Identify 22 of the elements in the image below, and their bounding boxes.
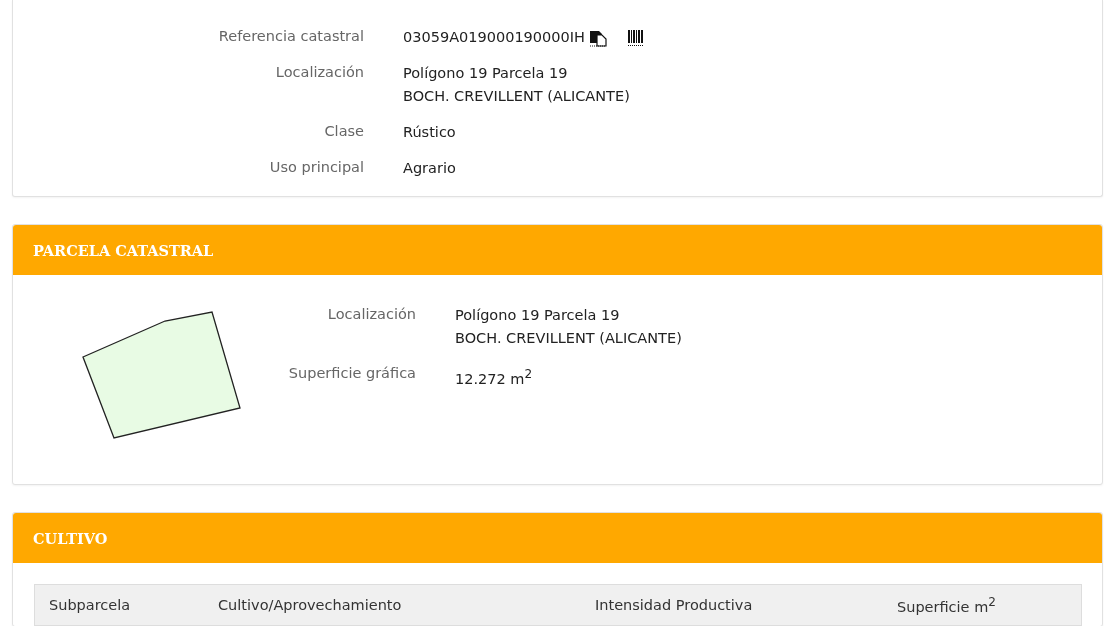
field-value: Agrario xyxy=(403,159,456,178)
field-label: Uso principal xyxy=(268,159,364,175)
field-label: Clase xyxy=(323,123,364,139)
section-header: PARCELA CATASTRAL xyxy=(13,225,1102,275)
field-label: Localización xyxy=(274,64,364,80)
column-header: Intensidad Productiva xyxy=(594,597,754,613)
column-header: Cultivo/Aprovechamiento xyxy=(217,597,403,613)
field-label: Referencia catastral xyxy=(217,28,364,44)
section-header: CULTIVO xyxy=(13,513,1102,563)
field-value: Rústico xyxy=(403,123,456,142)
field-value: Polígono 19 Parcela 19 xyxy=(403,64,568,83)
field-label: Superficie gráfica xyxy=(287,365,416,381)
column-header: Subparcela xyxy=(48,597,132,613)
copy-icon[interactable] xyxy=(588,28,607,47)
column-header: Superficie m$^{2}$ xyxy=(896,595,996,615)
field-value: 12.272 m$^{2}$ xyxy=(455,366,533,389)
field-value: 03059A019000190000IH xyxy=(403,28,585,47)
field-value: BOCH. CREVILLENT (ALICANTE) xyxy=(403,87,630,106)
field-value: BOCH. CREVILLENT (ALICANTE) xyxy=(455,329,682,348)
barcode-icon[interactable] xyxy=(626,28,645,47)
field-value: Polígono 19 Parcela 19 xyxy=(455,306,620,325)
field-label: Localización xyxy=(326,306,416,322)
